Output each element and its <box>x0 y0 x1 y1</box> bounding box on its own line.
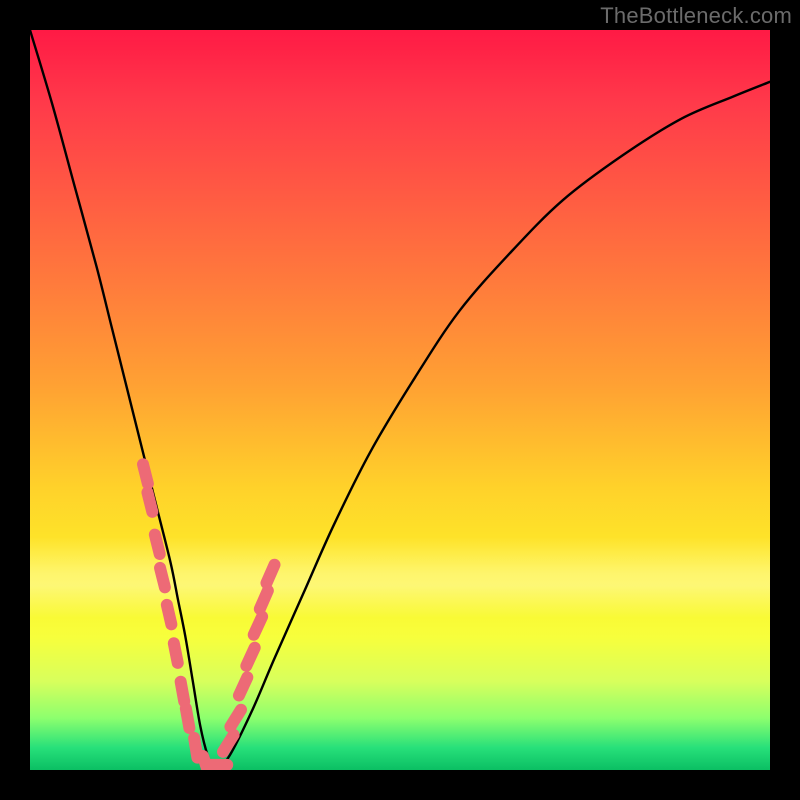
highlight-marker <box>260 591 268 609</box>
highlight-marker <box>160 568 165 587</box>
highlight-marker <box>254 617 262 635</box>
highlight-marker <box>266 565 274 583</box>
highlight-markers <box>143 464 275 770</box>
plot-area <box>30 30 770 770</box>
bottleneck-curve <box>30 30 770 770</box>
highlight-marker <box>239 677 247 695</box>
highlight-marker <box>181 682 185 702</box>
chart-container: TheBottleneck.com <box>0 0 800 800</box>
highlight-marker <box>194 738 197 758</box>
highlight-marker <box>147 492 152 511</box>
highlight-marker <box>246 648 254 666</box>
watermark-text: TheBottleneck.com <box>600 3 792 29</box>
highlight-marker <box>230 710 241 727</box>
highlight-marker <box>155 535 160 554</box>
curve-svg <box>30 30 770 770</box>
highlight-marker <box>143 464 148 483</box>
highlight-marker <box>167 605 172 624</box>
highlight-marker <box>174 643 178 663</box>
highlight-marker <box>186 708 190 728</box>
